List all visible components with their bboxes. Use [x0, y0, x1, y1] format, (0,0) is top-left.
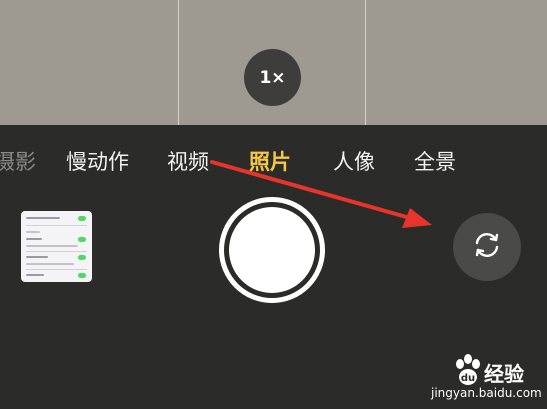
- svg-text:du: du: [461, 373, 475, 384]
- watermark-url: jingyan.baidu.com: [431, 386, 542, 400]
- watermark-brand: 经验: [484, 362, 524, 386]
- baidu-paw-icon: du: [450, 352, 486, 388]
- annotation-arrow: [210, 160, 432, 228]
